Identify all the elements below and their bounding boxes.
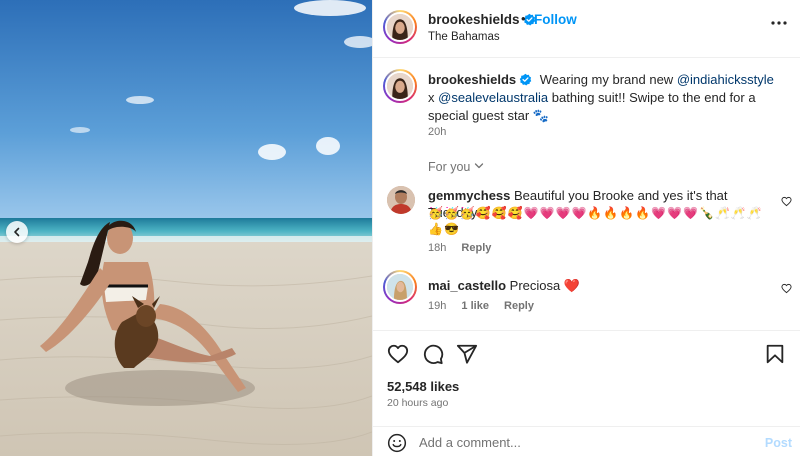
- reply-button[interactable]: Reply: [504, 300, 534, 312]
- likes-count[interactable]: 52,548 likes: [387, 379, 459, 394]
- add-comment-input[interactable]: [419, 431, 759, 453]
- commenter-avatar-image: [387, 186, 415, 214]
- caption-text-start: Wearing my brand new: [539, 72, 677, 87]
- caption-timestamp[interactable]: 20h: [428, 126, 446, 138]
- post-caption: brookeshields Wearing my brand new @indi…: [428, 71, 783, 125]
- post-actions: 52,548 likes 20 hours ago: [373, 330, 800, 426]
- comment-time[interactable]: 19h: [428, 300, 446, 312]
- comment-time[interactable]: 18h: [428, 242, 446, 254]
- commenter-avatar-gemmychess[interactable]: [387, 186, 415, 214]
- mention-link-2[interactable]: @sealevelaustralia: [438, 90, 548, 105]
- author-avatar[interactable]: [383, 10, 417, 44]
- comment-sort-dropdown[interactable]: For you: [428, 160, 484, 174]
- post-photo[interactable]: [0, 0, 372, 456]
- author-avatar-image: [387, 14, 413, 40]
- post-side-panel: brookeshields • Follow The Bahamas brook…: [372, 0, 800, 456]
- comment-username[interactable]: gemmychess: [428, 188, 510, 203]
- comment-like-count[interactable]: 1 like: [461, 300, 489, 312]
- commenter-avatar-mai-castello[interactable]: [383, 270, 417, 304]
- caption-text-mid: x: [428, 90, 439, 105]
- comment-meta: 19h 1 like Reply: [428, 300, 534, 312]
- caption-username[interactable]: brookeshields: [428, 72, 516, 87]
- comment-text: Preciosa: [509, 278, 564, 293]
- beach-photo: [0, 0, 372, 456]
- chevron-left-icon: [14, 227, 20, 237]
- smiley-icon[interactable]: [387, 433, 407, 453]
- author-username[interactable]: brookeshields: [428, 12, 520, 27]
- more-options-icon[interactable]: [770, 20, 788, 26]
- author-username-row: brookeshields: [428, 12, 536, 27]
- comment-composer: Post: [373, 426, 800, 456]
- bookmark-icon[interactable]: [764, 343, 786, 365]
- chevron-down-icon: [475, 163, 484, 169]
- previous-photo-button[interactable]: [6, 221, 28, 243]
- commenter-avatar-image: [387, 274, 413, 300]
- post-header: brookeshields • Follow The Bahamas: [373, 0, 800, 58]
- post-modal: brookeshields • Follow The Bahamas brook…: [0, 0, 800, 456]
- caption-avatar-image: [387, 73, 413, 99]
- caption-author-avatar[interactable]: [383, 69, 417, 103]
- comment-emojis: 🥳🥳🥳🥰🥰🥰💗💗💗💗🔥🔥🔥🔥💗💗💗🍾🥂🥂🥂👍😎: [428, 206, 763, 236]
- comment-bubble-icon[interactable]: [422, 343, 444, 365]
- comment-like-heart-icon[interactable]: [781, 196, 792, 207]
- red-heart-emoji: ❤️: [563, 278, 581, 293]
- comment-item: mai_castello Preciosa ❤️: [428, 277, 580, 294]
- dot-separator: •: [521, 11, 526, 26]
- comment-sort-label: For you: [428, 160, 471, 174]
- comment-meta: 18h Reply: [428, 242, 491, 254]
- paper-plane-icon[interactable]: [456, 343, 478, 365]
- follow-button[interactable]: Follow: [534, 12, 577, 27]
- reply-button[interactable]: Reply: [461, 242, 491, 254]
- post-comment-button[interactable]: Post: [765, 436, 792, 450]
- post-timestamp[interactable]: 20 hours ago: [387, 397, 448, 409]
- comment-username[interactable]: mai_castello: [428, 278, 506, 293]
- verified-badge-icon: [519, 73, 532, 86]
- post-location[interactable]: The Bahamas: [428, 31, 500, 43]
- comment-like-heart-icon[interactable]: [781, 283, 792, 294]
- heart-icon[interactable]: [387, 343, 409, 365]
- mention-link-1[interactable]: @indiahicksstyle: [677, 72, 774, 87]
